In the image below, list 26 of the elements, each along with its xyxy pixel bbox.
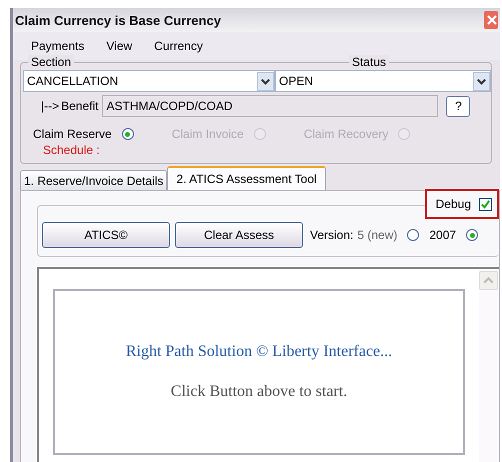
menu-item[interactable]: Payments [31, 39, 84, 53]
schedule-label: Schedule : [43, 143, 101, 157]
help-button[interactable]: ? [446, 96, 470, 116]
radio-label: Claim Recovery [304, 127, 388, 141]
tab[interactable]: 1. Reserve/Invoice Details [20, 170, 168, 190]
benefit-label: Benefit [61, 99, 98, 113]
atics-button[interactable]: ATICS© [42, 222, 170, 248]
debug-label: Debug [436, 197, 471, 211]
section-dropdown[interactable]: CANCELLATION [23, 70, 275, 92]
viewer-message: Click Button above to start. [170, 383, 348, 401]
viewer-title: Right Path Solution © Liberty Interface... [126, 343, 392, 361]
menu-item[interactable]: View [106, 39, 132, 53]
radio-label: 2007 [429, 228, 456, 242]
radio-label: 5 (new) [357, 228, 398, 242]
section-label: Section [28, 55, 74, 69]
status-dropdown[interactable]: OPEN [275, 70, 491, 92]
benefit-field[interactable]: ASTHMA/COPD/COAD [102, 95, 438, 117]
radio-label: Claim Invoice [172, 127, 244, 141]
clear-assess-button[interactable]: Clear Assess [175, 222, 303, 248]
radio-label: Claim Reserve [33, 127, 112, 141]
menu-item[interactable]: Currency [154, 39, 203, 53]
status-label: Status [348, 55, 389, 69]
tab[interactable]: 2. ATICS Assessment Tool [167, 166, 326, 190]
tree-connector: |--> [41, 99, 60, 113]
window-title: Claim Currency is Base Currency [15, 12, 221, 28]
version-label: Version: [310, 228, 354, 242]
